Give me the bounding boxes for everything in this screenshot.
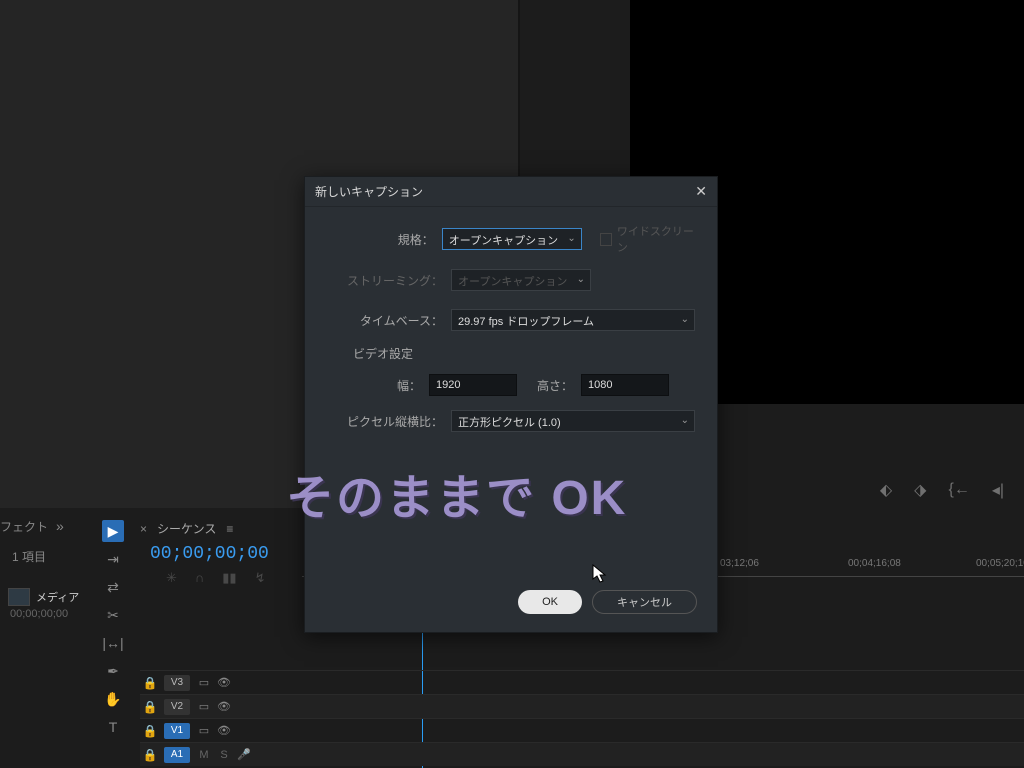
par-label: ピクセル縦横比： — [325, 413, 443, 430]
clip-name: メディア — [36, 589, 79, 605]
effects-tab-label: フェクト — [0, 518, 48, 535]
sequence-name: シーケンス — [157, 520, 216, 537]
settings-icon[interactable]: ↯ — [255, 570, 266, 586]
track-badge[interactable]: V2 — [164, 699, 190, 715]
track-headers: 🔒 V3 ▭ 👁 🔒 V2 ▭ 👁 🔒 V1 ▭ 👁 🔒 A1 M S 🎤 — [140, 670, 1024, 766]
width-input[interactable] — [429, 374, 517, 396]
standard-dropdown[interactable]: オープンキャプション ⌄ — [442, 228, 582, 250]
lock-icon[interactable]: 🔒 — [140, 748, 160, 762]
widescreen-checkbox: ワイドスクリーン — [600, 223, 697, 255]
dialog-titlebar[interactable]: 新しいキャプション ✕ — [305, 177, 717, 207]
clip-duration: 00;00;00;00 — [10, 608, 68, 620]
eye-icon[interactable]: 👁 — [214, 676, 234, 689]
track-row-a1[interactable]: 🔒 A1 M S 🎤 — [140, 742, 1024, 766]
item-count: 1 項目 — [12, 548, 46, 565]
chevron-right-icon: » — [56, 518, 64, 534]
sync-lock-icon[interactable]: ▭ — [194, 700, 214, 713]
track-row-v2[interactable]: 🔒 V2 ▭ 👁 — [140, 694, 1024, 718]
solo-icon[interactable]: S — [214, 749, 234, 761]
prev-frame-icon[interactable]: ◂| — [992, 480, 1004, 500]
track-select-tool-icon[interactable]: ⇥ — [102, 548, 124, 570]
chevron-down-icon: ⌄ — [681, 314, 689, 325]
height-label: 高さ： — [525, 377, 573, 394]
video-settings-label: ビデオ設定 — [353, 345, 697, 362]
lock-icon[interactable]: 🔒 — [140, 700, 160, 714]
track-badge[interactable]: V3 — [164, 675, 190, 691]
sync-lock-icon[interactable]: ▭ — [194, 724, 214, 737]
type-tool-icon[interactable]: T — [102, 716, 124, 738]
track-row-v3[interactable]: 🔒 V3 ▭ 👁 — [140, 670, 1024, 694]
hand-tool-icon[interactable]: ✋ — [102, 688, 124, 710]
timeline-toggles: ✳ ∩ ▮▮ ↯ — [166, 570, 265, 586]
ruler-tick: 00;05;20;10 — [976, 558, 1024, 569]
slip-tool-icon[interactable]: |↔| — [102, 632, 124, 654]
media-bin-item[interactable]: メディア — [0, 584, 87, 610]
mute-icon[interactable]: M — [194, 749, 214, 761]
timeline-tab[interactable]: × シーケンス ≡ — [140, 520, 233, 537]
playhead-timecode[interactable]: 00;00;00;00 — [150, 544, 269, 564]
ok-button[interactable]: OK — [518, 590, 582, 614]
tool-column: ▶ ⇥ ⇄ ✂ |↔| ✒ ✋ T — [100, 512, 126, 738]
ripple-edit-tool-icon[interactable]: ⇄ — [102, 576, 124, 598]
clip-thumbnail — [8, 588, 30, 606]
link-icon[interactable]: ∩ — [195, 570, 204, 586]
chevron-down-icon: ⌄ — [681, 415, 689, 426]
checkbox-icon — [600, 233, 612, 246]
panel-menu-icon[interactable]: ≡ — [226, 522, 233, 536]
width-label: 幅： — [365, 377, 421, 394]
voiceover-icon[interactable]: 🎤 — [234, 748, 254, 761]
new-caption-dialog: 新しいキャプション ✕ 規格： オープンキャプション ⌄ ワイドスクリーン スト… — [304, 176, 718, 633]
lock-icon[interactable]: 🔒 — [140, 676, 160, 690]
eye-icon[interactable]: 👁 — [214, 724, 234, 737]
eye-icon[interactable]: 👁 — [214, 700, 234, 713]
height-input[interactable] — [581, 374, 669, 396]
track-row-v1[interactable]: 🔒 V1 ▭ 👁 — [140, 718, 1024, 742]
transport-controls: ⬖ ⬗ {← ◂| — [880, 480, 1004, 500]
standard-label: 規格： — [325, 231, 434, 248]
track-badge[interactable]: V1 — [164, 723, 190, 739]
streaming-dropdown: オープンキャプション ⌄ — [451, 269, 591, 291]
chevron-down-icon: ⌄ — [567, 233, 575, 244]
ruler-tick: 03;12;06 — [720, 558, 759, 569]
chevron-down-icon: ⌄ — [577, 274, 585, 285]
selection-tool-icon[interactable]: ▶ — [102, 520, 124, 542]
timebase-dropdown[interactable]: 29.97 fps ドロップフレーム ⌄ — [451, 309, 695, 331]
cancel-button[interactable]: キャンセル — [592, 590, 697, 614]
step-back-icon[interactable]: {← — [948, 481, 969, 499]
razor-tool-icon[interactable]: ✂ — [102, 604, 124, 626]
par-dropdown[interactable]: 正方形ピクセル (1.0) ⌄ — [451, 410, 695, 432]
mark-in-icon[interactable]: ⬖ — [880, 480, 892, 500]
snap-icon[interactable]: ✳ — [166, 570, 177, 586]
ruler-tick: 00;04;16;08 — [848, 558, 901, 569]
track-badge[interactable]: A1 — [164, 747, 190, 763]
streaming-label: ストリーミング： — [325, 272, 443, 289]
close-icon[interactable]: ✕ — [695, 183, 707, 200]
marker-icon[interactable]: ▮▮ — [222, 570, 236, 586]
sync-lock-icon[interactable]: ▭ — [194, 676, 214, 689]
dialog-title: 新しいキャプション — [315, 183, 423, 200]
pen-tool-icon[interactable]: ✒ — [102, 660, 124, 682]
effects-tab[interactable]: フェクト » — [0, 512, 100, 540]
lock-icon[interactable]: 🔒 — [140, 724, 160, 738]
mark-out-icon[interactable]: ⬗ — [914, 480, 926, 500]
close-icon[interactable]: × — [140, 522, 147, 536]
timebase-label: タイムベース： — [325, 312, 443, 329]
